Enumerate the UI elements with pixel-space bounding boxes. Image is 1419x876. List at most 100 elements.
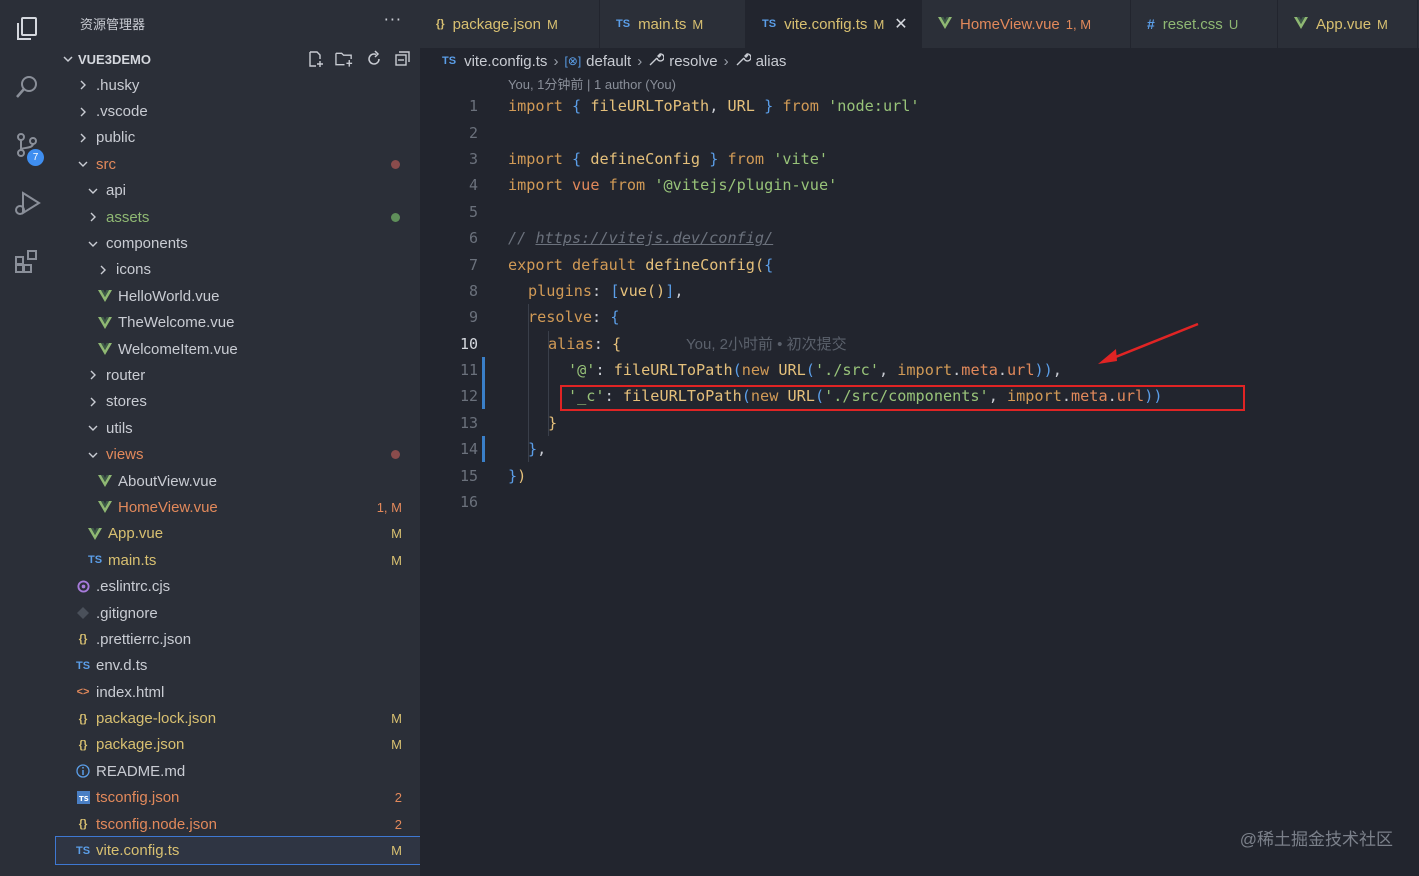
chevron-down-icon xyxy=(86,449,100,461)
tree-item-label: .vscode xyxy=(96,103,148,121)
explorer-icon[interactable] xyxy=(10,12,44,46)
tree-item-label: .husky xyxy=(96,76,140,94)
tree-item[interactable]: {} package.json M xyxy=(56,732,420,758)
tree-item-label: index.html xyxy=(96,683,165,701)
refresh-icon[interactable] xyxy=(364,49,383,68)
eslint-file-icon xyxy=(74,580,92,593)
annotation-arrow xyxy=(1098,322,1199,364)
tree-item[interactable]: TS tsconfig.json 2 xyxy=(56,785,420,811)
tree-item[interactable]: stores xyxy=(56,389,420,415)
chevron-right-icon xyxy=(76,79,90,91)
git-file-icon xyxy=(74,607,92,619)
status-dot xyxy=(391,212,400,222)
tree-item-label: api xyxy=(106,182,127,200)
typescript-file-icon: TS xyxy=(87,554,103,567)
tree-item[interactable]: HelloWorld.vue xyxy=(56,283,420,309)
git-status-badge: 2 xyxy=(394,816,402,832)
explorer-toolbar xyxy=(306,49,412,68)
tree-item[interactable]: public xyxy=(56,125,420,151)
tree-item[interactable]: App.vue M xyxy=(56,521,420,547)
collapse-all-icon[interactable] xyxy=(393,49,412,68)
tree-item[interactable]: TS main.ts M xyxy=(56,547,420,573)
tree-item[interactable]: {} package-lock.json M xyxy=(56,705,420,731)
tree-item[interactable]: api xyxy=(56,178,420,204)
chevron-down-icon xyxy=(86,238,100,250)
vue-file-icon xyxy=(96,316,114,329)
tree-item[interactable]: WelcomeItem.vue xyxy=(56,336,420,362)
extensions-icon[interactable] xyxy=(10,244,44,278)
status-dot xyxy=(391,159,400,169)
tree-item[interactable]: HomeView.vue 1, M xyxy=(56,494,420,520)
vue-file-icon xyxy=(96,475,114,488)
chevron-down-icon xyxy=(62,50,74,69)
source-control-badge: 7 xyxy=(27,149,44,166)
tree-item[interactable]: .vscode xyxy=(56,98,420,124)
tree-item[interactable]: utils xyxy=(56,415,420,441)
new-file-icon[interactable] xyxy=(306,49,325,68)
chevron-right-icon xyxy=(96,264,110,276)
explorer-title: 资源管理器 xyxy=(80,17,146,32)
tree-item[interactable]: components xyxy=(56,230,420,256)
vue-file-icon xyxy=(86,527,104,540)
tree-item[interactable]: .husky xyxy=(56,72,420,98)
json-file-icon: {} xyxy=(78,738,88,751)
tree-item-label: App.vue xyxy=(108,525,164,543)
tree-item-label: router xyxy=(106,366,146,384)
json-file-icon: {} xyxy=(78,712,88,725)
tree-item[interactable]: {} .prettierrc.json xyxy=(56,626,420,652)
tree-item[interactable]: {} tsconfig.node.json 2 xyxy=(56,811,420,837)
tree-item-label: HelloWorld.vue xyxy=(118,287,220,305)
tree-item[interactable]: .eslintrc.cjs xyxy=(56,573,420,599)
status-dot xyxy=(391,450,400,460)
chevron-right-icon xyxy=(86,211,100,223)
tree-item[interactable]: src xyxy=(56,151,420,177)
svg-text:TS: TS xyxy=(79,795,89,803)
run-debug-icon[interactable] xyxy=(10,186,44,220)
file-tree: .husky .vscode public src api assets component… xyxy=(55,72,421,865)
tree-item-label: .gitignore xyxy=(96,604,158,622)
tree-item[interactable]: router xyxy=(56,362,420,388)
tree-item-label: assets xyxy=(106,208,150,226)
tree-item-label: package-lock.json xyxy=(96,710,217,728)
tree-item-label: vite.config.ts xyxy=(96,842,180,860)
activity-bar: 7 xyxy=(0,0,56,876)
vue-file-icon xyxy=(96,290,114,303)
search-icon[interactable] xyxy=(10,70,44,104)
vue-file-icon xyxy=(96,343,114,356)
more-actions-icon[interactable]: ··· xyxy=(384,10,402,29)
git-status-badge: 1, M xyxy=(376,499,402,515)
tree-item[interactable]: <> index.html xyxy=(56,679,420,705)
json-file-icon: {} xyxy=(78,633,88,646)
chevron-right-icon xyxy=(76,132,90,144)
typescript-file-icon: TS xyxy=(75,659,91,672)
tree-item-label: views xyxy=(106,446,144,464)
workspace-root[interactable]: VUE3DEMO xyxy=(56,46,420,72)
git-status-badge: M xyxy=(391,711,402,727)
tree-item-label: tsconfig.node.json xyxy=(96,815,217,833)
tree-item[interactable]: TS env.d.ts xyxy=(56,653,420,679)
html-file-icon: <> xyxy=(76,686,90,699)
tree-item[interactable]: icons xyxy=(56,257,420,283)
tree-item-label: public xyxy=(96,129,136,147)
new-folder-icon[interactable] xyxy=(335,49,354,68)
tree-item-label: main.ts xyxy=(108,551,157,569)
tree-item[interactable]: README.md xyxy=(56,758,420,784)
tree-item-label: AboutView.vue xyxy=(118,472,217,490)
tree-item-label: README.md xyxy=(96,762,186,780)
tree-item-label: TheWelcome.vue xyxy=(118,314,235,332)
tree-item-label: env.d.ts xyxy=(96,657,148,675)
git-status-badge: M xyxy=(391,526,402,542)
info-icon xyxy=(74,764,92,778)
explorer-sidebar: 资源管理器 ··· VUE3DEMO .husky .vscode public sr… xyxy=(55,0,421,876)
tree-item[interactable]: TS vite.config.ts M xyxy=(55,836,421,865)
typescript-file-icon: TS xyxy=(75,844,91,857)
tree-item[interactable]: assets xyxy=(56,204,420,230)
tree-item[interactable]: .gitignore xyxy=(56,600,420,626)
tree-item-label: icons xyxy=(116,261,152,279)
tree-item-label: components xyxy=(106,235,188,253)
tsconfig-file-icon: TS xyxy=(74,791,92,805)
tree-item[interactable]: AboutView.vue xyxy=(56,468,420,494)
tree-item[interactable]: TheWelcome.vue xyxy=(56,310,420,336)
tree-item-label: .eslintrc.cjs xyxy=(96,578,171,596)
tree-item[interactable]: views xyxy=(56,441,420,467)
